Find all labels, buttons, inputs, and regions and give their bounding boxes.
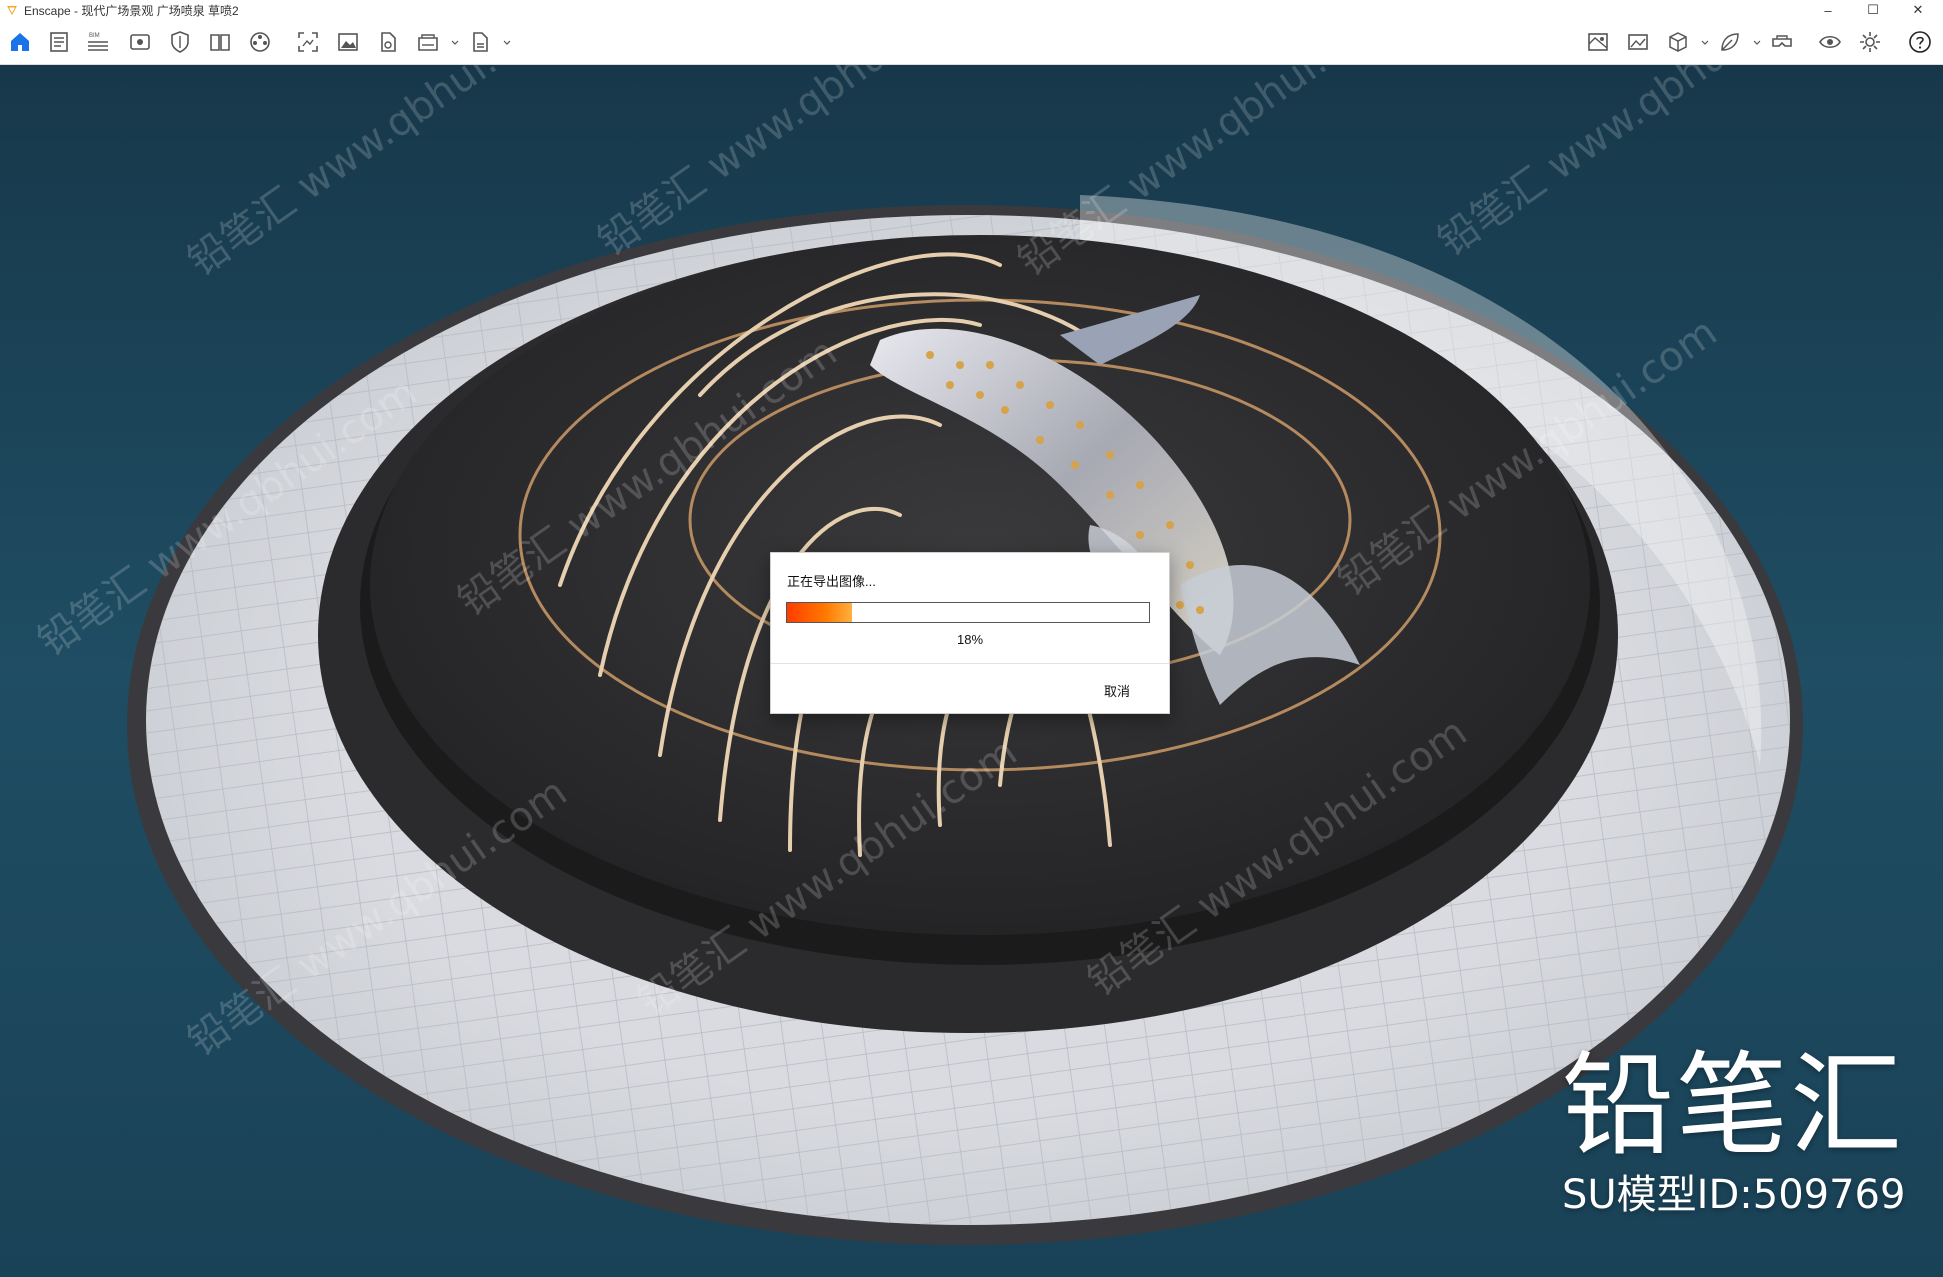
home-button[interactable] [6, 28, 34, 56]
leaf-button[interactable] [1716, 28, 1744, 56]
view-icon [130, 34, 150, 50]
document-icon [50, 32, 68, 52]
panorama-360-button[interactable] [414, 28, 442, 56]
vr-headset-icon [1772, 35, 1792, 47]
settings-button[interactable] [1856, 28, 1884, 56]
cube-icon [1669, 32, 1687, 52]
progress-fill [787, 603, 853, 622]
map-icon [1588, 33, 1608, 51]
screenshot-button[interactable] [294, 28, 322, 56]
bim-button[interactable]: BIM [84, 28, 112, 56]
bim-label: BIM [89, 33, 100, 39]
toolbar: BIM [0, 20, 1943, 78]
file-button[interactable] [374, 28, 402, 56]
export-exe-icon [473, 32, 488, 52]
minimize-button[interactable]: – [1808, 0, 1848, 20]
panorama-dropdown-chevron-down-icon[interactable] [450, 38, 460, 48]
vr-headset-button[interactable] [1768, 28, 1796, 56]
film-reel-button[interactable] [246, 28, 274, 56]
leaf-icon [1721, 33, 1739, 51]
model-id-watermark: SU模型ID:509769 [1562, 1172, 1906, 1218]
brand-watermark: 铅笔汇 [1562, 1041, 1904, 1171]
help-button[interactable] [1906, 28, 1934, 56]
window-title: Enscape - 现代广场景观 广场喷泉 草喷2 [24, 3, 239, 18]
home-icon [11, 33, 29, 51]
panorama-360-icon [418, 34, 438, 51]
dialog-divider [771, 663, 1169, 664]
eye-button[interactable] [1816, 28, 1844, 56]
enscape-logo-icon [7, 6, 17, 15]
image-button[interactable] [334, 28, 362, 56]
film-reel-icon [250, 32, 270, 52]
eye-icon [1819, 35, 1841, 49]
bim-icon: BIM [88, 33, 108, 51]
progress-percent-label: 18% [956, 632, 984, 647]
export-dropdown-chevron-down-icon[interactable] [502, 38, 512, 48]
shield-button[interactable] [166, 28, 194, 56]
settings-icon [1860, 32, 1880, 52]
image-gallery-button[interactable] [1624, 28, 1652, 56]
map-button[interactable] [1584, 28, 1612, 56]
shield-icon [171, 31, 189, 53]
export-exe-button[interactable] [466, 28, 494, 56]
leaf-dropdown-chevron-down-icon[interactable] [1752, 38, 1762, 48]
book-icon [210, 34, 230, 51]
book-button[interactable] [206, 28, 234, 56]
maximize-button[interactable]: ☐ [1853, 0, 1893, 20]
cancel-button[interactable]: 取消 [1087, 678, 1147, 702]
cube-button[interactable] [1664, 28, 1692, 56]
progress-bar [786, 602, 1150, 623]
help-icon [1909, 31, 1931, 53]
document-button[interactable] [45, 28, 73, 56]
file-icon [381, 32, 396, 52]
image-gallery-icon [1628, 34, 1648, 50]
image-icon [338, 33, 358, 51]
view-button[interactable] [126, 28, 154, 56]
title-bar: Enscape - 现代广场景观 广场喷泉 草喷2 – ☐ ✕ [0, 0, 1943, 20]
dialog-message: 正在导出图像... [787, 574, 876, 589]
cube-dropdown-chevron-down-icon[interactable] [1700, 38, 1710, 48]
close-button[interactable]: ✕ [1898, 0, 1938, 20]
screenshot-icon [298, 32, 318, 52]
export-progress-dialog: 正在导出图像... 18% 取消 [770, 552, 1170, 714]
